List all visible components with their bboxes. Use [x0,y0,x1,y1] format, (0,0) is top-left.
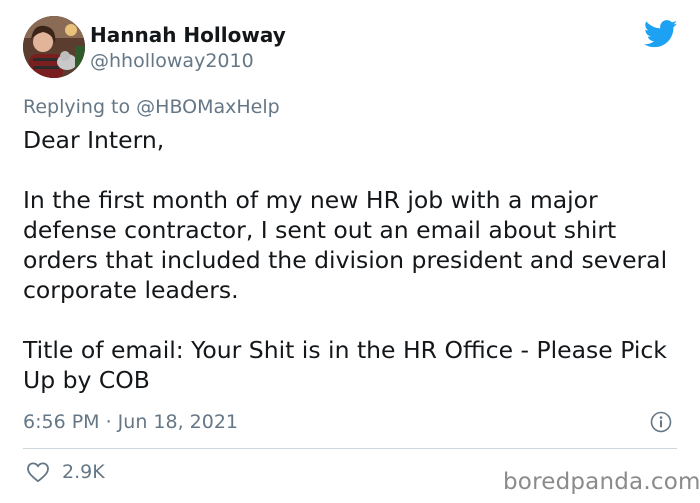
replying-to-label: Replying to [23,96,137,118]
avatar-image [23,16,85,78]
author-display-name[interactable]: Hannah Holloway [90,22,286,48]
tweet-timestamp[interactable]: 6:56 PM · Jun 18, 2021 [23,409,238,435]
author-handle[interactable]: @hholloway2010 [90,49,254,73]
avatar[interactable] [23,16,85,78]
divider [23,448,677,449]
watermark: boredpanda.com [503,469,700,495]
replying-to: Replying to @HBOMaxHelp [23,94,280,120]
reply-mention-link[interactable]: @HBOMaxHelp [136,96,280,118]
tweet-text: Dear Intern, In the first month of my ne… [23,126,668,394]
tweet-card: Hannah Holloway @hholloway2010 Replying … [0,0,700,503]
twitter-bird-icon[interactable] [644,20,678,48]
info-icon[interactable] [650,411,672,433]
heart-icon[interactable] [26,461,50,483]
like-count[interactable]: 2.9K [62,459,105,485]
